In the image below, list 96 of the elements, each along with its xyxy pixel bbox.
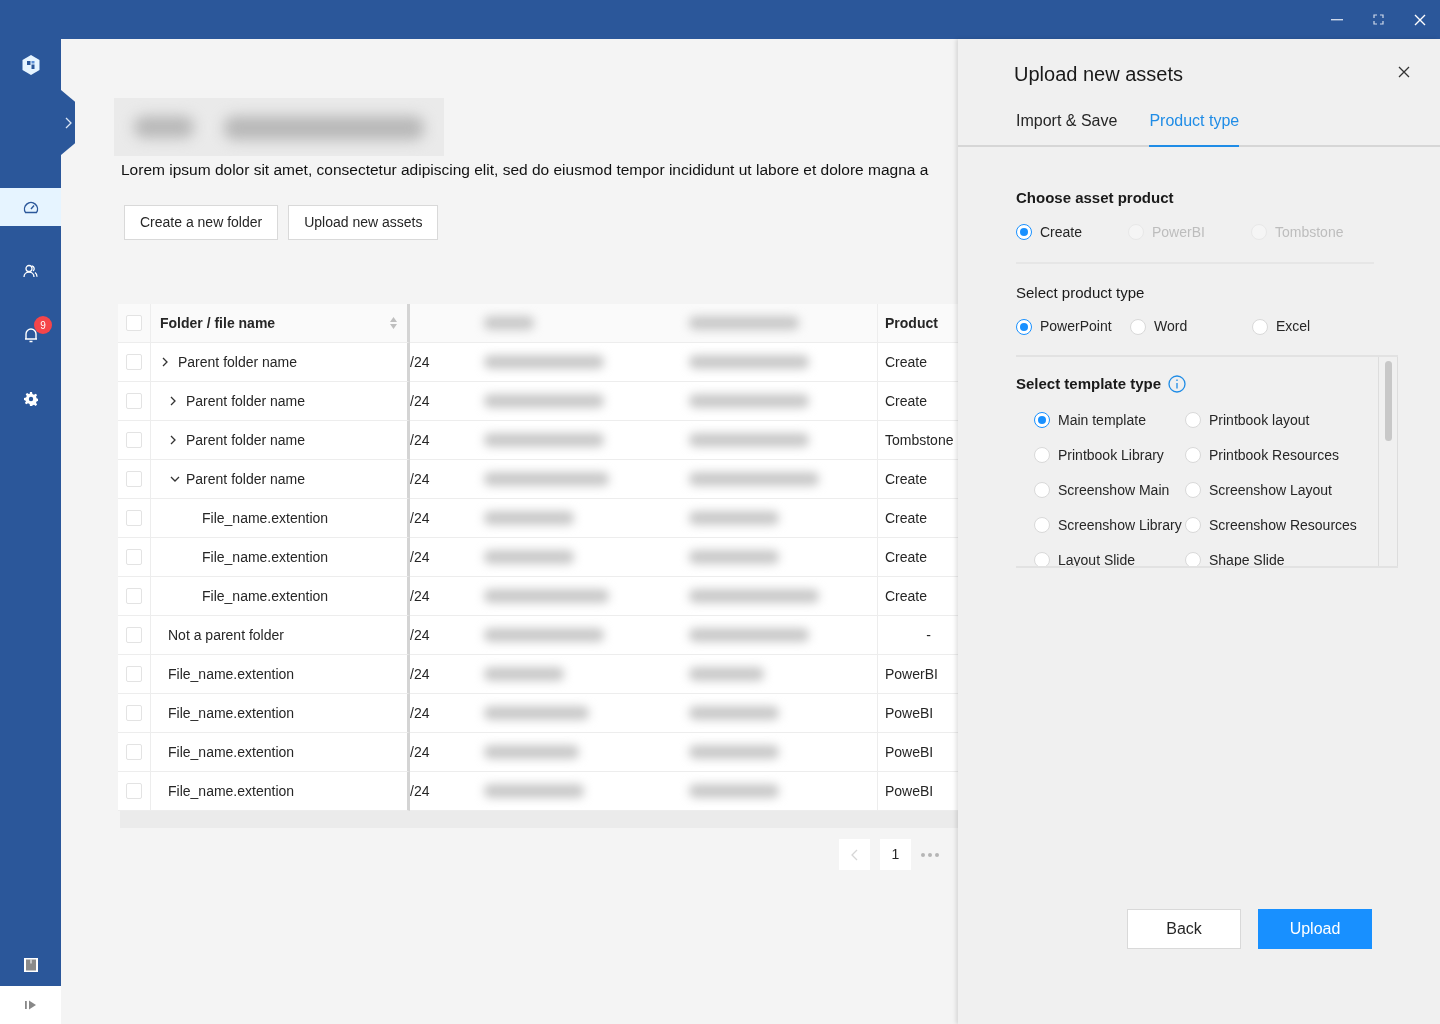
expand-chevron-icon[interactable] <box>162 357 169 368</box>
table-cell-text: /24 <box>410 508 430 528</box>
row-checkbox[interactable] <box>126 393 142 410</box>
file-name: Not a parent folder <box>168 625 284 645</box>
radio-button[interactable]: Printbook Library <box>1034 444 1185 466</box>
table-cell-text: Create <box>884 469 928 489</box>
radio-button[interactable]: Printbook layout <box>1185 409 1378 431</box>
table-cell-text: PoweBI <box>884 781 934 801</box>
row-checkbox[interactable] <box>126 471 142 488</box>
notification-icon <box>23 327 38 343</box>
row-checkbox[interactable] <box>126 354 142 371</box>
radio-button[interactable]: Screenshow Library <box>1034 514 1185 536</box>
chevron-left-icon <box>851 848 858 861</box>
table-cell-text: /24 <box>410 391 430 411</box>
radio-button[interactable]: Word <box>1130 316 1252 337</box>
row-checkbox[interactable] <box>126 510 142 527</box>
row-checkbox[interactable] <box>126 549 142 566</box>
sidebar-item[interactable]: 9 <box>0 316 61 354</box>
table-cell-text: /24 <box>410 781 430 801</box>
radio-button[interactable]: Screenshow Main <box>1034 479 1185 501</box>
table-cell-text: Create <box>884 391 928 411</box>
back-button[interactable]: Back <box>1127 909 1241 949</box>
row-checkbox[interactable] <box>126 705 142 722</box>
file-name: File_name.extention <box>168 742 295 762</box>
info-icon[interactable] <box>1168 375 1187 394</box>
table-cell-text: /24 <box>410 625 430 645</box>
row-checkbox[interactable] <box>126 666 142 683</box>
page-button[interactable]: 1 <box>880 839 911 871</box>
chevron-right-icon <box>64 116 72 129</box>
table-cell-text: Tombstone <box>884 430 954 450</box>
radio-button[interactable]: Main template <box>1034 409 1185 431</box>
sidebar-item[interactable] <box>0 188 61 226</box>
book-icon[interactable] <box>23 958 38 972</box>
row-checkbox[interactable] <box>126 432 142 449</box>
file-name: File_name.extention <box>168 781 295 801</box>
table-cell-text: PowerBI <box>884 664 938 684</box>
maximize-icon[interactable] <box>1373 14 1384 25</box>
redacted-text <box>484 316 534 331</box>
more-pages-icon[interactable] <box>921 852 939 857</box>
collapse-chevron-icon[interactable] <box>170 475 180 483</box>
table-cell-text: Create <box>884 352 928 372</box>
bar-play-icon <box>23 999 38 1011</box>
file-name: File_name.extention <box>202 508 329 528</box>
table-cell-text: Create <box>884 547 928 567</box>
table-cell-text: /24 <box>410 742 430 762</box>
row-checkbox[interactable] <box>126 783 142 800</box>
select-all-checkbox[interactable] <box>126 315 142 332</box>
column-header: Folder / file name <box>159 313 276 333</box>
settings-icon <box>23 392 38 406</box>
section-title: Choose asset product <box>1016 188 1174 208</box>
table-cell-text: /24 <box>410 703 430 723</box>
table-cell-text: /24 <box>410 586 430 606</box>
table-cell-text: /24 <box>410 469 430 489</box>
previous-page-button[interactable] <box>839 839 870 871</box>
logo-icon <box>20 54 41 76</box>
sort-icon[interactable] <box>389 316 398 331</box>
dashboard-icon <box>22 200 39 214</box>
close-icon[interactable] <box>1414 13 1426 26</box>
file-name: File_name.extention <box>202 547 329 567</box>
table-cell-text: PoweBI <box>884 742 934 762</box>
radio-button[interactable]: Excel <box>1252 316 1362 337</box>
row-checkbox[interactable] <box>126 627 142 644</box>
scrollbar[interactable] <box>1378 357 1398 566</box>
radio-button[interactable]: Screenshow Layout <box>1185 479 1378 501</box>
minimize-icon[interactable] <box>1331 18 1343 21</box>
table-cell-text: - <box>925 625 932 645</box>
notification-badge: 9 <box>34 316 52 334</box>
table-cell-text: Create <box>884 586 928 606</box>
users-icon <box>23 264 38 278</box>
radio-button[interactable]: Create <box>1016 221 1128 243</box>
column-header: Product <box>884 313 938 333</box>
radio-button[interactable]: PowerPoint <box>1016 316 1130 337</box>
row-checkbox[interactable] <box>126 744 142 761</box>
table-cell-text: /24 <box>410 352 430 372</box>
section-title: Select template type <box>1016 374 1162 394</box>
radio-button[interactable]: Screenshow Resources <box>1185 514 1378 536</box>
table-cell-text: /24 <box>410 547 430 567</box>
radio-button[interactable]: Printbook Resources <box>1185 444 1378 466</box>
tab[interactable]: Import & Save <box>1016 105 1118 147</box>
action-button[interactable]: Create a new folder <box>124 205 279 241</box>
row-checkbox[interactable] <box>126 588 142 605</box>
section-title: Select product type <box>1016 282 1145 303</box>
action-button[interactable]: Upload new assets <box>288 205 439 241</box>
file-name: File_name.extention <box>202 586 329 606</box>
file-name: File_name.extention <box>168 703 295 723</box>
table-cell-text: /24 <box>410 664 430 684</box>
expand-chevron-icon[interactable] <box>170 396 177 407</box>
description-text: Lorem ipsum dolor sit amet, consectetur adipiscing elit, sed do eiusmod tempor incididunt ut labore et dolore magna a <box>121 160 930 180</box>
table-cell-text: /24 <box>410 430 430 450</box>
horizontal-scrollbar[interactable] <box>120 811 958 829</box>
file-name: File_name.extention <box>168 664 295 684</box>
table-cell-text: Create <box>884 508 928 528</box>
expand-chevron-icon[interactable] <box>170 435 177 446</box>
panel-title: Upload new assets <box>1014 62 1183 87</box>
table-cell-text: PoweBI <box>884 703 934 723</box>
collapse-button[interactable] <box>0 986 61 1024</box>
